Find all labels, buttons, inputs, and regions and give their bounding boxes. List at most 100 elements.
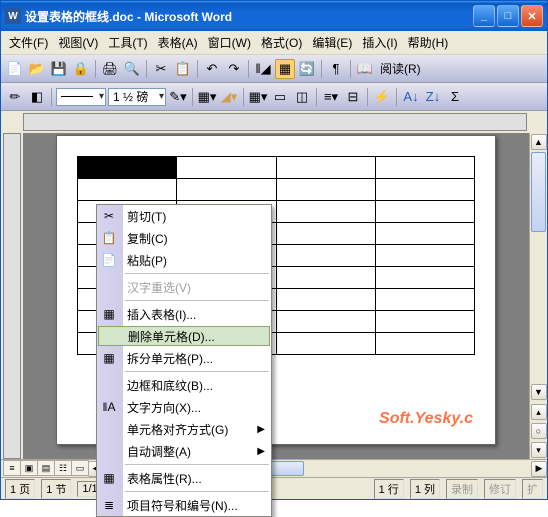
scroll-up-button[interactable]: ▲ bbox=[531, 134, 547, 150]
print-button[interactable]: 🖨 bbox=[100, 59, 120, 79]
ctx-autofit[interactable]: 自动调整(A)▶ bbox=[97, 440, 271, 462]
submenu-arrow-icon: ▶ bbox=[257, 424, 265, 435]
view-mode-buttons: ≡ ▣ ▤ ☷ ▭ bbox=[1, 460, 88, 477]
vscroll-thumb[interactable] bbox=[531, 152, 546, 232]
menu-insert[interactable]: 插入(I) bbox=[358, 32, 401, 53]
line-style-combo[interactable] bbox=[56, 88, 106, 106]
menu-help[interactable]: 帮助(H) bbox=[404, 32, 453, 53]
reading-view-button[interactable]: ▭ bbox=[71, 460, 89, 476]
cut-icon: ✂ bbox=[101, 208, 117, 224]
read-label[interactable]: 阅读(R) bbox=[377, 60, 424, 77]
status-section: 1 节 bbox=[41, 479, 71, 499]
status-line: 1 行 bbox=[374, 479, 404, 499]
ctx-sep1 bbox=[125, 273, 269, 274]
menu-window[interactable]: 窗口(W) bbox=[204, 32, 255, 53]
ctx-table-props[interactable]: ▦表格属性(R)... bbox=[97, 467, 271, 489]
insert-table-button[interactable]: ▦▾ bbox=[248, 87, 268, 107]
ctx-text-direction[interactable]: ‖A文字方向(X)... bbox=[97, 396, 271, 418]
scroll-down-button[interactable]: ▼ bbox=[531, 384, 547, 400]
menubar: 文件(F) 视图(V) 工具(T) 表格(A) 窗口(W) 格式(O) 编辑(E… bbox=[1, 31, 547, 55]
ctx-cut[interactable]: ✂ 剪切(T) bbox=[97, 205, 271, 227]
horizontal-ruler[interactable] bbox=[23, 113, 527, 131]
read-icon[interactable]: 📖 bbox=[355, 59, 375, 79]
ctx-insert-label: 插入表格(I)... bbox=[127, 306, 196, 323]
ctx-insert-table[interactable]: ▦ 插入表格(I)... bbox=[97, 303, 271, 325]
dist-rows-button[interactable]: ⊟ bbox=[343, 87, 363, 107]
vertical-ruler[interactable] bbox=[3, 133, 21, 459]
autoformat-button[interactable]: ⚡ bbox=[372, 87, 392, 107]
ctx-copy-label: 复制(C) bbox=[127, 230, 168, 247]
normal-view-button[interactable]: ≡ bbox=[3, 460, 21, 476]
menu-tool[interactable]: 工具(T) bbox=[104, 32, 151, 53]
paste-button[interactable]: 📋 bbox=[173, 59, 193, 79]
ctx-cut-label: 剪切(T) bbox=[127, 208, 166, 225]
ctx-delete-cells[interactable]: 删除单元格(D)... bbox=[98, 326, 270, 346]
split-cells-button[interactable]: ◫ bbox=[292, 87, 312, 107]
ctx-bullets[interactable]: ≣项目符号和编号(N)... bbox=[97, 494, 271, 516]
sort-asc-button[interactable]: A↓ bbox=[401, 87, 421, 107]
grid-icon: ▦ bbox=[101, 306, 117, 322]
ctx-borders-label: 边框和底纹(B)... bbox=[127, 377, 213, 394]
menu-table[interactable]: 表格(A) bbox=[154, 32, 202, 53]
new-doc-button[interactable]: 📄 bbox=[5, 59, 25, 79]
table-toolbar: ✏ ◧ 1 ½ 磅 ✎▾ ▦▾ ◢▾ ▦▾ ▭ ◫ ≡▾ ⊟ ⚡ A↓ Z↓ Σ bbox=[1, 83, 547, 111]
ctx-delete-label: 删除单元格(D)... bbox=[128, 328, 215, 345]
vertical-scrollbar[interactable]: ▲ ▼ ▴ ○ ▾ bbox=[529, 133, 547, 459]
menu-file[interactable]: 文件(F) bbox=[5, 32, 52, 53]
refresh-button[interactable]: 🔄 bbox=[297, 59, 317, 79]
redo-button[interactable]: ↷ bbox=[224, 59, 244, 79]
ctx-sep5 bbox=[125, 491, 269, 492]
standard-toolbar: 📄 📂 💾 🔒 🖨 🔍 ✂ 📋 ↶ ↷ ‖◢ ▦ 🔄 ¶ 📖 阅读(R) bbox=[1, 55, 547, 83]
browse-object-button[interactable]: ○ bbox=[531, 423, 547, 439]
prev-page-button[interactable]: ▴ bbox=[531, 404, 547, 420]
align-button[interactable]: ≡▾ bbox=[321, 87, 341, 107]
ctx-paste-label: 粘贴(P) bbox=[127, 252, 167, 269]
ctx-split-cells[interactable]: ▦拆分单元格(P)... bbox=[97, 347, 271, 369]
cut-button[interactable]: ✂ bbox=[151, 59, 171, 79]
ctx-borders[interactable]: 边框和底纹(B)... bbox=[97, 374, 271, 396]
status-ext: 扩 bbox=[522, 479, 543, 499]
document-area: Soft.Yesky.c ▲ ▼ ▴ ○ ▾ ≡ ▣ ▤ ☷ bbox=[1, 111, 547, 477]
save-button[interactable]: 💾 bbox=[49, 59, 69, 79]
sort-desc-button[interactable]: Z↓ bbox=[423, 87, 443, 107]
undo-button[interactable]: ↶ bbox=[202, 59, 222, 79]
outline-view-button[interactable]: ☷ bbox=[54, 460, 72, 476]
border-button[interactable]: ▦▾ bbox=[197, 87, 217, 107]
line-weight-combo[interactable]: 1 ½ 磅 bbox=[108, 88, 166, 106]
close-button[interactable]: ✕ bbox=[521, 5, 543, 27]
pen-color-button[interactable]: ✎▾ bbox=[168, 87, 188, 107]
context-menu: ✂剪切(T) 📋复制(C) 📄粘贴(P) 汉字重选(V) ▦插入表格(I)...… bbox=[96, 204, 272, 517]
permission-button[interactable]: 🔒 bbox=[71, 59, 91, 79]
ruler-button[interactable]: ‖◢ bbox=[253, 59, 273, 79]
draw-table-button[interactable]: ✏ bbox=[5, 87, 25, 107]
merge-cells-button[interactable]: ▭ bbox=[270, 87, 290, 107]
ctx-copy[interactable]: 📋复制(C) bbox=[97, 227, 271, 249]
open-button[interactable]: 📂 bbox=[27, 59, 47, 79]
pilcrow-button[interactable]: ¶ bbox=[326, 59, 346, 79]
maximize-button[interactable]: □ bbox=[497, 5, 519, 27]
bullets-icon: ≣ bbox=[101, 497, 117, 513]
grid-button[interactable]: ▦ bbox=[275, 59, 295, 79]
status-page: 1 页 bbox=[5, 479, 35, 499]
ctx-cell-align[interactable]: 单元格对齐方式(G)▶ bbox=[97, 418, 271, 440]
submenu-arrow-icon: ▶ bbox=[257, 446, 265, 457]
eraser-button[interactable]: ◧ bbox=[27, 87, 47, 107]
ctx-textdir-label: 文字方向(X)... bbox=[127, 399, 201, 416]
scroll-right-button[interactable]: ▶ bbox=[531, 461, 547, 477]
ctx-paste[interactable]: 📄 粘贴(P) bbox=[97, 249, 271, 271]
status-col: 1 列 bbox=[410, 479, 440, 499]
menu-edit[interactable]: 编辑(E) bbox=[308, 32, 356, 53]
minimize-button[interactable]: _ bbox=[473, 5, 495, 27]
menu-view[interactable]: 视图(V) bbox=[54, 32, 102, 53]
print-layout-button[interactable]: ▤ bbox=[37, 460, 55, 476]
ctx-sep2 bbox=[125, 300, 269, 301]
paste-icon: 📄 bbox=[101, 252, 117, 268]
autosum-button[interactable]: Σ bbox=[445, 87, 465, 107]
next-page-button[interactable]: ▾ bbox=[531, 442, 547, 458]
web-view-button[interactable]: ▣ bbox=[20, 460, 38, 476]
shading-button[interactable]: ◢▾ bbox=[219, 87, 239, 107]
ctx-split-label: 拆分单元格(P)... bbox=[127, 350, 213, 367]
preview-button[interactable]: 🔍 bbox=[122, 59, 142, 79]
app-window: W 设置表格的框线.doc - Microsoft Word _ □ ✕ 文件(… bbox=[0, 0, 548, 500]
menu-format[interactable]: 格式(O) bbox=[257, 32, 306, 53]
